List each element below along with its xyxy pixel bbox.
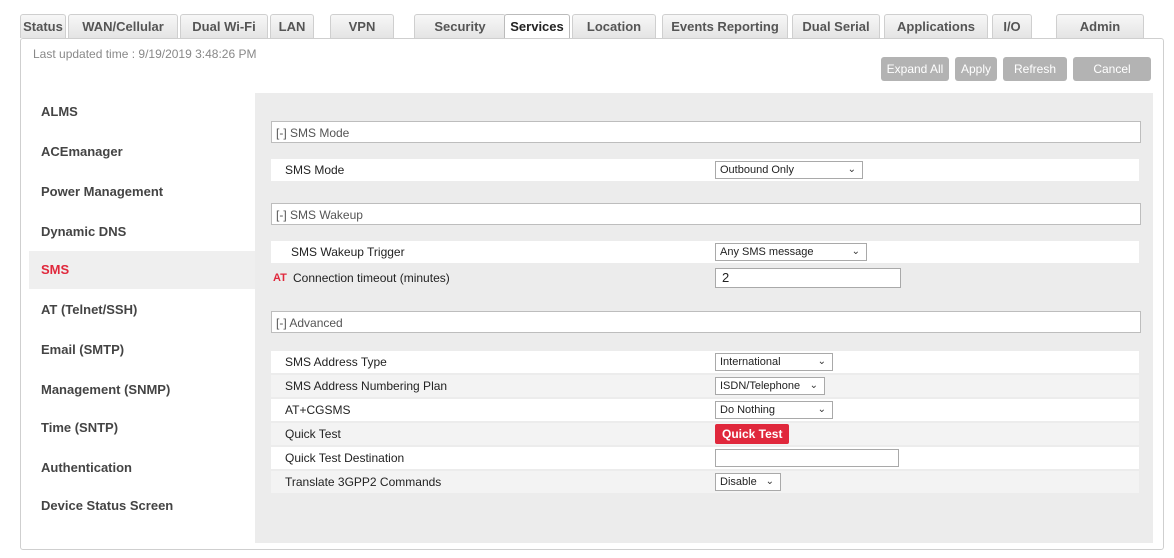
cgsms-value: Do Nothing [720,404,776,416]
last-updated-time: Last updated time : 9/19/2019 3:48:26 PM [33,47,257,61]
sms-mode-select[interactable]: Outbound Only ⌄ [715,161,863,179]
connection-timeout-input[interactable]: 2 [715,268,901,288]
translate-3gpp2-select[interactable]: Disable ⌄ [715,473,781,491]
sms-wakeup-trigger-value: Any SMS message [720,246,814,258]
sidebar-item-dynamic-dns[interactable]: Dynamic DNS [29,213,255,251]
sidebar-item-authentication[interactable]: Authentication [29,449,255,487]
sms-mode-row: SMS Mode Outbound Only ⌄ [271,159,1139,181]
translate-3gpp2-row: Translate 3GPP2 Commands Disable ⌄ [271,471,1139,493]
numbering-plan-label: SMS Address Numbering Plan [285,379,448,393]
sms-wakeup-trigger-select[interactable]: Any SMS message ⌄ [715,243,867,261]
sms-address-type-label: SMS Address Type [285,355,387,369]
section-header-sms-mode[interactable]: [-] SMS Mode [271,121,1141,143]
translate-3gpp2-label: Translate 3GPP2 Commands [285,475,442,489]
tab-io[interactable]: I/O [992,14,1032,38]
sms-address-type-select[interactable]: International ⌄ [715,353,833,371]
chevron-down-icon: ⌄ [817,404,826,415]
refresh-button[interactable]: Refresh [1003,57,1067,81]
sidebar-item-time-sntp[interactable]: Time (SNTP) [29,409,255,447]
numbering-plan-value: ISDN/Telephone [720,380,801,392]
section-header-advanced[interactable]: [-] Advanced [271,311,1141,333]
tab-security[interactable]: Security [414,14,506,38]
section-header-sms-wakeup[interactable]: [-] SMS Wakeup [271,203,1141,225]
sidebar-item-sms[interactable]: SMS [29,251,255,289]
tab-status[interactable]: Status [20,14,66,38]
sidebar-item-at-telnet-ssh[interactable]: AT (Telnet/SSH) [29,291,255,329]
sidebar-item-alms[interactable]: ALMS [29,93,255,131]
chevron-down-icon: ⌄ [809,380,818,391]
quick-test-button[interactable]: Quick Test [715,424,790,444]
sms-address-type-value: International [720,356,781,368]
quick-test-label: Quick Test [285,427,341,441]
numbering-plan-select[interactable]: ISDN/Telephone ⌄ [715,377,825,395]
chevron-down-icon: ⌄ [765,476,774,487]
numbering-plan-row: SMS Address Numbering Plan ISDN/Telephon… [271,375,1139,397]
chevron-down-icon: ⌄ [851,246,860,257]
cgsms-label: AT+CGSMS [285,403,351,417]
tab-admin[interactable]: Admin [1056,14,1144,38]
chevron-down-icon: ⌄ [817,356,826,367]
sms-wakeup-trigger-label: SMS Wakeup Trigger [291,245,405,259]
quick-test-destination-label: Quick Test Destination [285,451,405,465]
translate-3gpp2-value: Disable [720,476,757,488]
connection-timeout-row: AT Connection timeout (minutes) 2 [271,267,1139,289]
tab-applications[interactable]: Applications [884,14,988,38]
tab-vpn[interactable]: VPN [330,14,394,38]
tab-services[interactable]: Services [504,14,570,40]
sms-address-type-row: SMS Address Type International ⌄ [271,351,1139,373]
tab-events-reporting[interactable]: Events Reporting [662,14,788,38]
sidebar-item-email-smtp[interactable]: Email (SMTP) [29,331,255,369]
cgsms-row: AT+CGSMS Do Nothing ⌄ [271,399,1139,421]
quick-test-destination-input[interactable] [715,449,899,467]
tab-lan[interactable]: LAN [270,14,314,38]
cgsms-select[interactable]: Do Nothing ⌄ [715,401,833,419]
sms-wakeup-trigger-row: SMS Wakeup Trigger Any SMS message ⌄ [271,241,1139,263]
tab-dual-wifi[interactable]: Dual Wi-Fi [180,14,268,38]
sidebar-item-management-snmp[interactable]: Management (SNMP) [29,371,255,409]
tab-location[interactable]: Location [572,14,656,38]
at-badge: AT [273,272,287,284]
sidebar-item-device-status-screen[interactable]: Device Status Screen [29,487,255,525]
quick-test-destination-row: Quick Test Destination [271,447,1139,469]
expand-all-button[interactable]: Expand All [881,57,949,81]
cancel-button[interactable]: Cancel [1073,57,1151,81]
sms-mode-value: Outbound Only [720,164,794,176]
tab-dual-serial[interactable]: Dual Serial [792,14,880,38]
main-panel: Last updated time : 9/19/2019 3:48:26 PM… [20,38,1164,550]
sms-mode-label: SMS Mode [285,163,345,177]
sidebar-item-power-management[interactable]: Power Management [29,173,255,211]
sidebar-item-acemanager[interactable]: ACEmanager [29,133,255,171]
tab-wan-cellular[interactable]: WAN/Cellular [68,14,178,38]
toolbar: Expand All Apply Refresh Cancel [881,57,1151,81]
chevron-down-icon: ⌄ [847,164,856,175]
quick-test-row: Quick Test Quick Test [271,423,1139,445]
content-area: [-] SMS Mode SMS Mode Outbound Only ⌄ [-… [255,93,1153,543]
apply-button[interactable]: Apply [955,57,997,81]
connection-timeout-label: Connection timeout (minutes) [293,271,450,285]
